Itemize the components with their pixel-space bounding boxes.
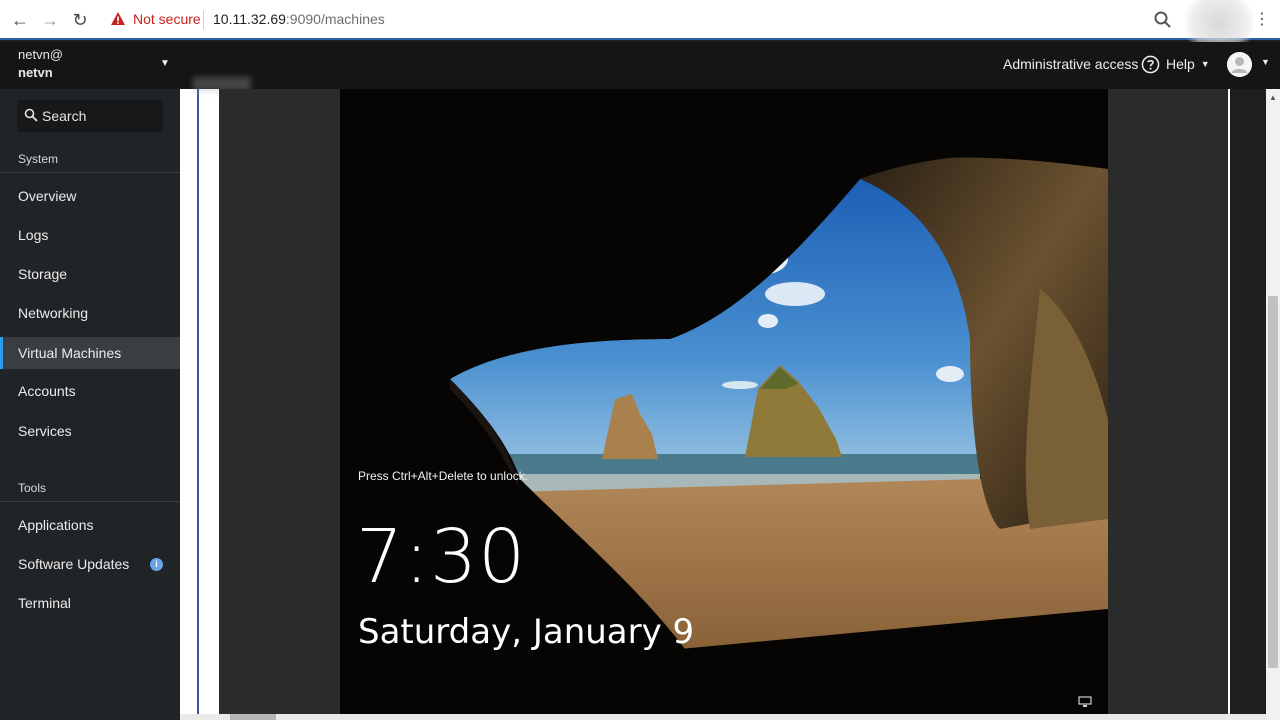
search-input[interactable] xyxy=(17,100,163,132)
info-icon: i xyxy=(150,558,163,571)
section-tools: Tools xyxy=(18,481,47,495)
help-menu[interactable]: Help ▼ xyxy=(1141,54,1210,74)
sidebar-item-logs[interactable]: Logs xyxy=(0,219,180,251)
lock-screen-date: Saturday, January 9 xyxy=(358,612,695,652)
sidebar-item-services[interactable]: Services xyxy=(0,415,180,447)
lock-screen-time: 7:30 xyxy=(356,514,527,600)
sidebar-item-accounts[interactable]: Accounts xyxy=(0,375,180,407)
back-icon[interactable]: ← xyxy=(9,9,31,31)
warning-icon[interactable] xyxy=(110,11,126,27)
help-icon xyxy=(1141,55,1160,73)
host-user: netvn@ xyxy=(18,47,63,62)
url-path: :9090/machines xyxy=(285,11,385,27)
search-icon xyxy=(24,108,38,122)
avatar-icon[interactable] xyxy=(1227,52,1252,77)
host-name: netvn xyxy=(18,65,53,80)
section-system: System xyxy=(18,152,59,166)
search-placeholder: Search xyxy=(42,108,87,124)
zoom-icon[interactable] xyxy=(1153,10,1173,30)
sidebar-item-overview[interactable]: Overview xyxy=(0,180,180,212)
sidebar-item-storage[interactable]: Storage xyxy=(0,258,180,290)
chevron-down-icon[interactable]: ▼ xyxy=(1261,57,1270,67)
chevron-down-icon: ▼ xyxy=(1200,59,1210,69)
kebab-icon[interactable]: ⋮ xyxy=(1254,11,1270,31)
sidebar-item-terminal[interactable]: Terminal xyxy=(0,587,180,619)
sidebar-item-applications[interactable]: Applications xyxy=(0,509,180,541)
forward-icon[interactable]: → xyxy=(39,9,61,31)
chevron-down-icon[interactable]: ▼ xyxy=(160,58,170,69)
host-switcher[interactable]: netvn@ netvn xyxy=(18,46,63,82)
url-separator xyxy=(203,10,204,30)
horizontal-scroll-thumb[interactable] xyxy=(230,714,276,720)
administrative-access-button[interactable]: Administrative access xyxy=(1003,56,1138,72)
url-host: 10.11.32.69 xyxy=(213,11,286,27)
content-border xyxy=(197,89,199,714)
scroll-up-icon[interactable]: ▲ xyxy=(1268,93,1278,103)
divider xyxy=(0,172,180,173)
divider xyxy=(0,501,180,502)
network-icon[interactable] xyxy=(1078,696,1092,708)
unlock-hint: Press Ctrl+Alt+Delete to unlock. xyxy=(358,469,529,483)
reload-icon[interactable]: ↻ xyxy=(69,9,91,31)
address-bar[interactable]: 10.11.32.69:9090/machines xyxy=(213,11,385,27)
sidebar-item-virtual-machines[interactable]: Virtual Machines xyxy=(0,337,180,369)
security-status[interactable]: Not secure xyxy=(133,11,201,27)
vertical-scroll-thumb[interactable] xyxy=(1268,296,1278,668)
help-label: Help xyxy=(1166,56,1195,72)
horizontal-scrollbar[interactable] xyxy=(180,714,1266,720)
sidebar-item-networking[interactable]: Networking xyxy=(0,297,180,329)
